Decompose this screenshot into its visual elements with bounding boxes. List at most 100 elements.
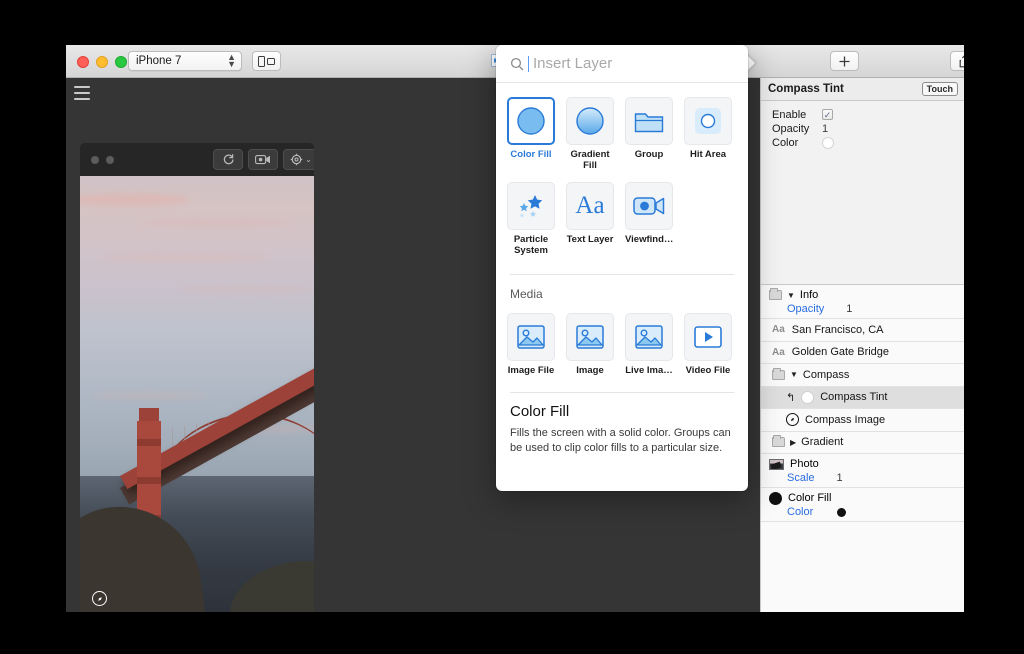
layer-property-color[interactable]: Color <box>769 505 964 519</box>
tile-label: Group <box>634 149 664 160</box>
folder-icon <box>772 367 785 380</box>
tile-label: Hit Area <box>689 149 727 160</box>
layer-tile-color-fill[interactable]: Color Fill <box>507 97 555 171</box>
image-icon <box>566 313 614 361</box>
property-value[interactable]: 1 <box>846 303 852 315</box>
opacity-value[interactable]: 1 <box>822 123 828 135</box>
media-tile-image[interactable]: Image <box>566 313 614 376</box>
layer-tile-text-layer[interactable]: Aa Text Layer <box>566 182 614 256</box>
layer-row-san-francisco[interactable]: Aa San Francisco, CA <box>761 319 964 342</box>
layer-tile-viewfinder[interactable]: Viewfind… <box>625 182 673 256</box>
device-orientation-icon <box>258 55 275 67</box>
layer-tile-gradient-fill[interactable]: Gradient Fill <box>566 97 614 171</box>
inspector-header: Compass Tint Touch <box>761 78 964 101</box>
compass-icon <box>92 591 107 606</box>
search-input[interactable]: Insert Layer <box>528 55 612 72</box>
layer-row-compass-tint[interactable]: ↰ Compass Tint <box>761 386 964 409</box>
inspector-panel: Compass Tint Touch Enable ✓ Opacity 1 Co… <box>760 78 964 612</box>
property-value[interactable]: 1 <box>837 472 843 484</box>
color-swatch[interactable] <box>822 136 834 149</box>
layer-group-photo[interactable]: Photo Scale 1 <box>761 454 964 488</box>
text-layer-icon: Aa <box>772 346 785 358</box>
aa-glyph: Aa <box>575 192 605 219</box>
gear-icon <box>290 153 303 166</box>
add-layer-button[interactable] <box>830 51 859 71</box>
disclosure-triangle-icon[interactable]: ▶ <box>790 438 796 447</box>
reload-button[interactable] <box>213 149 243 170</box>
layer-property-scale[interactable]: Scale 1 <box>769 471 964 485</box>
layer-row-color-fill[interactable]: Color Fill <box>769 491 964 505</box>
layer-tile-group[interactable]: Group <box>625 97 673 171</box>
device-settings-button[interactable]: ⌄ <box>283 149 314 170</box>
disclosure-triangle-icon[interactable]: ▼ <box>790 370 798 379</box>
color-fill-black-icon <box>769 491 782 505</box>
touch-badge[interactable]: Touch <box>921 82 958 96</box>
layer-row-compass-group[interactable]: ▼ Compass <box>761 364 964 387</box>
media-tile-live-image[interactable]: Live Ima… <box>625 313 673 376</box>
layer-row-gradient[interactable]: ▶ Gradient <box>761 432 964 454</box>
folder-icon <box>769 288 782 300</box>
device-select-value: iPhone 7 <box>136 55 182 67</box>
cloud <box>100 254 270 262</box>
hamburger-line <box>74 86 90 88</box>
media-tile-video-file[interactable]: Video File <box>684 313 732 376</box>
media-tile-image-file[interactable]: Image File <box>507 313 555 376</box>
text-layer-icon: Aa <box>772 324 785 336</box>
orientation-toggle-button[interactable] <box>252 51 281 71</box>
layer-row-compass-image[interactable]: Compass Image <box>761 409 964 432</box>
device-screen[interactable]: Golden Gate Bridge San Francisco, CA <box>80 176 314 612</box>
color-swatch-black[interactable] <box>837 507 847 517</box>
hit-area-icon <box>684 97 732 145</box>
layer-property-opacity[interactable]: Opacity 1 <box>769 302 964 316</box>
sidebar-toggle-icon[interactable] <box>74 86 90 100</box>
description-body: Fills the screen with a solid color. Gro… <box>510 427 731 454</box>
layer-name: Compass Image <box>805 413 886 426</box>
description-panel: Color Fill Fills the screen with a solid… <box>496 393 748 456</box>
inspector-title: Compass Tint <box>768 83 844 95</box>
layer-tile-particle-system[interactable]: Particle System <box>507 182 555 256</box>
tile-label: Viewfind… <box>625 234 674 245</box>
enable-checkbox[interactable]: ✓ <box>822 109 833 120</box>
layer-row-info[interactable]: ▼ Info <box>769 288 964 302</box>
layer-tree[interactable]: ▼ Info Opacity 1 Aa San Francisco, CA Aa… <box>761 284 964 612</box>
property-key: Scale <box>787 472 815 484</box>
device-dot <box>91 156 99 164</box>
minimize-button[interactable] <box>96 56 108 68</box>
device-toolbar: ⌄ <box>80 143 314 176</box>
group-folder-icon <box>625 97 673 145</box>
property-row-color[interactable]: Color <box>772 136 964 149</box>
property-label: Color <box>772 136 799 149</box>
device-select[interactable]: iPhone 7 ▲ ▼ <box>128 51 242 71</box>
hamburger-line <box>74 92 90 94</box>
layer-row-golden-gate-bridge[interactable]: Aa Golden Gate Bridge <box>761 342 964 364</box>
property-row-enable[interactable]: Enable ✓ <box>772 108 964 121</box>
property-key: Color <box>787 506 814 518</box>
inspector-properties: Enable ✓ Opacity 1 Color <box>761 101 964 150</box>
photo-thumb-icon <box>769 458 784 470</box>
compass-icon <box>786 413 799 427</box>
property-row-opacity[interactable]: Opacity 1 <box>772 122 964 135</box>
insert-layer-popover: Insert Layer Color Fill Gradient Fill Gr… <box>496 45 748 491</box>
hamburger-line <box>74 98 90 100</box>
color-fill-white-icon <box>801 390 815 404</box>
close-button[interactable] <box>77 56 89 68</box>
layer-tile-hit-area[interactable]: Hit Area <box>684 97 732 171</box>
zoom-button[interactable] <box>115 56 127 68</box>
layer-group-info[interactable]: ▼ Info Opacity 1 <box>761 285 964 319</box>
tile-label: Image <box>576 365 604 376</box>
tower-rung <box>137 477 161 484</box>
search-icon <box>510 57 524 70</box>
search-row[interactable]: Insert Layer <box>496 45 748 83</box>
tile-label: Image File <box>507 365 555 376</box>
photo-caption: Golden Gate Bridge San Francisco, CA <box>92 591 202 612</box>
tile-label: Text Layer <box>566 234 614 245</box>
layer-group-color-fill[interactable]: Color Fill Color <box>761 488 964 522</box>
disclosure-triangle-icon[interactable]: ▼ <box>787 291 795 300</box>
record-video-button[interactable] <box>248 149 278 170</box>
cloud <box>90 391 210 400</box>
share-button[interactable] <box>950 51 964 71</box>
layer-name: Compass <box>802 368 850 381</box>
folder-icon <box>772 435 785 448</box>
chevron-down-icon: ⌄ <box>305 155 312 164</box>
layer-row-photo[interactable]: Photo <box>769 457 964 471</box>
